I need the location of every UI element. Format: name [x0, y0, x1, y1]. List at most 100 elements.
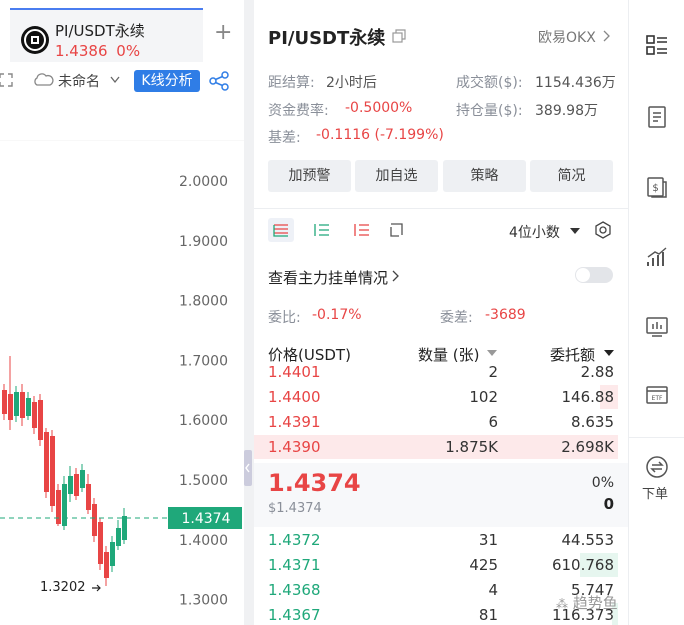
candle-body — [20, 392, 25, 418]
candle-body — [62, 484, 67, 526]
candle-body — [26, 398, 31, 416]
candle-body — [104, 552, 109, 578]
ask-row[interactable]: 1.4401 2 2.88 — [254, 365, 628, 384]
share-icon[interactable] — [208, 70, 230, 92]
view-asks-icon[interactable] — [352, 221, 372, 239]
layout-name[interactable]: 未命名 — [58, 71, 100, 91]
row-total: 2.88 — [580, 365, 614, 381]
ask-row[interactable]: 1.4400 102 146.88 — [254, 385, 628, 409]
row-price: 1.4390 — [268, 438, 321, 456]
row-qty: 2 — [488, 365, 498, 381]
candle-body — [8, 394, 13, 420]
order-label[interactable]: 下单 — [642, 483, 668, 502]
row-total: 146.88 — [561, 388, 615, 406]
funds-icon[interactable]: $ — [645, 175, 669, 199]
y-tick-label: 1.6000 — [179, 413, 228, 429]
chevron-down-icon[interactable] — [110, 76, 120, 84]
caret-down-icon[interactable] — [487, 350, 497, 357]
ratio-value: -0.17% — [312, 307, 362, 323]
y-tick-label: 1.8000 — [179, 294, 228, 310]
row-price: 1.4372 — [268, 531, 321, 549]
candle-body — [38, 400, 43, 440]
row-qty: 4 — [488, 581, 498, 599]
symbol-tab[interactable]: PI/USDT永续 1.4386 0% — [10, 8, 203, 62]
candle-body — [122, 516, 127, 540]
col-price: 价格(USDT) — [268, 346, 351, 364]
bar-chart-icon[interactable] — [645, 245, 669, 269]
tab-price: 1.4386 — [55, 42, 108, 60]
caret-down-icon[interactable] — [604, 350, 614, 357]
view-trades-icon[interactable] — [387, 221, 407, 239]
copy-icon[interactable] — [391, 28, 407, 44]
bid-row[interactable]: 1.4371 425 610.768 — [254, 553, 628, 577]
candle-body — [44, 432, 49, 492]
candle-body — [74, 474, 79, 496]
last-price: 1.4374 — [268, 469, 361, 497]
oi-value: 389.98万 — [535, 103, 598, 119]
last-price-block: 1.4374 $1.4374 0% 0 — [254, 463, 628, 527]
arrow-right-icon — [92, 584, 101, 592]
main-orders-link[interactable]: 查看主力挂单情况 — [268, 267, 388, 288]
tab-symbol: PI/USDT永续 — [55, 22, 145, 40]
row-total: 44.553 — [561, 531, 615, 549]
volume-label: 成交额($): — [456, 75, 523, 91]
y-tick-label: 1.5000 — [179, 473, 228, 489]
candle-body — [86, 484, 91, 510]
caret-down-icon[interactable] — [570, 228, 580, 235]
diff-label: 委差: — [440, 310, 473, 326]
row-price: 1.4371 — [268, 556, 321, 574]
funding-label: 资金费率: — [268, 103, 329, 119]
row-qty: 31 — [478, 531, 498, 549]
row-price: 1.4401 — [268, 365, 321, 381]
row-price: 1.4367 — [268, 606, 321, 624]
kline-analysis-button[interactable]: K线分析 — [134, 70, 200, 92]
strategy-button[interactable]: 策略 — [443, 160, 526, 192]
view-both-icon[interactable] — [268, 218, 294, 242]
main-orders-toggle[interactable] — [575, 267, 613, 283]
watchlist-button[interactable]: 加自选 — [355, 160, 438, 192]
candle-body — [80, 470, 85, 488]
ask-row[interactable]: 1.4390 1.875K 2.698K — [254, 435, 628, 459]
order-icon[interactable] — [645, 455, 669, 479]
row-total: 8.635 — [571, 413, 614, 431]
indicator-icon[interactable] — [645, 315, 669, 339]
add-tab-icon[interactable]: + — [214, 20, 232, 45]
y-axis-ticks: 2.0000 1.9000 1.8000 1.7000 1.6000 1.5000 1.40… — [179, 174, 228, 609]
diff-value: -3689 — [485, 307, 526, 323]
bid-row[interactable]: 1.4372 31 44.553 — [254, 528, 628, 552]
exchange-link[interactable]: 欧易OKX — [538, 27, 596, 47]
row-price: 1.4391 — [268, 413, 321, 431]
col-total[interactable]: 委托额 — [550, 344, 595, 365]
etf-icon[interactable]: ETF — [645, 383, 669, 407]
candle-body — [68, 476, 73, 494]
orderbook-icon[interactable] — [645, 33, 669, 57]
view-bids-icon[interactable] — [312, 221, 332, 239]
fullscreen-icon[interactable] — [0, 72, 14, 88]
collapse-handle[interactable] — [244, 450, 252, 486]
candle-body — [92, 504, 97, 536]
svg-text:$: $ — [652, 183, 658, 194]
row-price: 1.4400 — [268, 388, 321, 406]
chevron-right-icon[interactable] — [391, 270, 401, 282]
decimals-select[interactable]: 4位小数 — [509, 222, 560, 242]
document-icon[interactable] — [645, 105, 669, 129]
profile-button[interactable]: 简况 — [530, 160, 613, 192]
chevron-right-icon[interactable] — [602, 30, 612, 42]
candle-body — [2, 390, 7, 414]
col-qty[interactable]: 数量 (张) — [418, 344, 479, 365]
candle-body — [32, 402, 37, 428]
ask-row[interactable]: 1.4391 6 8.635 — [254, 410, 628, 434]
kline-chart[interactable]: 2.0000 1.9000 1.8000 1.7000 1.6000 1.5000 1.40… — [0, 140, 244, 625]
row-qty: 425 — [469, 556, 498, 574]
candle-body — [110, 542, 115, 566]
row-qty: 102 — [469, 388, 498, 406]
row-qty: 1.875K — [445, 438, 498, 456]
settle-value: 2小时后 — [326, 75, 377, 91]
settings-icon[interactable] — [594, 221, 612, 239]
last-pct: 0% — [591, 475, 614, 491]
low-price-label: 1.3202 — [40, 580, 86, 595]
cloud-icon — [34, 73, 54, 86]
panel-divider[interactable] — [244, 0, 254, 625]
alert-button[interactable]: 加预警 — [268, 160, 351, 192]
detail-panel: PI/USDT永续 欧易OKX 距结算: 2小时后 成交额($): 1154.4… — [254, 0, 628, 625]
